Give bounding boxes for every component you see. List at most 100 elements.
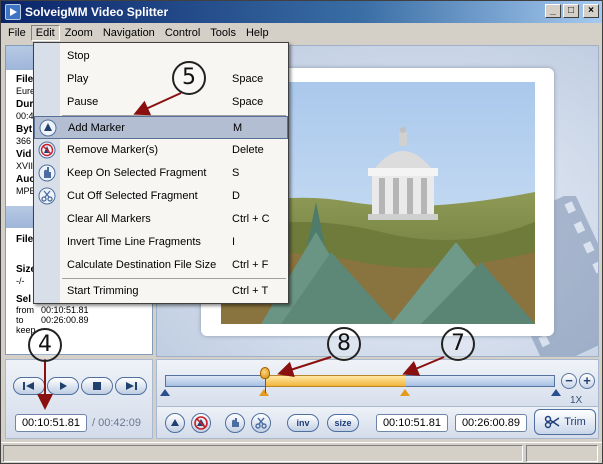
menu-item-label: Remove Marker(s) [67,144,159,156]
callout-8: 8 [327,327,361,361]
menu-item-shortcut: Space [232,73,264,85]
video-label: Vid [16,149,32,160]
timeline-selected-fragment[interactable] [265,375,406,387]
destination-file-label: File [16,234,34,245]
app-logo-icon [5,4,21,20]
zoom-level: 1X [570,395,583,406]
menu-item-clear-markers[interactable]: Clear All Markers Ctrl + C [34,208,288,231]
menu-item-shortcut: M [233,122,243,134]
menu-item-start-trimming[interactable]: Start Trimming Ctrl + T [34,280,288,303]
playhead-line [265,379,266,393]
play-button[interactable] [47,377,79,395]
menu-item-invert-fragments[interactable]: Invert Time Line Fragments I [34,231,288,254]
edit-menu-dropdown: Stop Play Space Pause Space Add Marker M… [33,42,289,304]
stop-button[interactable] [81,377,113,395]
menu-item-label: Play [67,73,89,85]
file-label: File [16,74,34,85]
invert-fragments-button[interactable]: inv [287,414,319,432]
previous-frame-button[interactable] [13,377,45,395]
current-time-display[interactable]: 00:10:51.81 [15,414,87,432]
menu-separator [62,278,286,279]
menu-item-shortcut: D [232,190,240,202]
remove-marker-button[interactable] [191,413,211,433]
menu-item-label: Cut Off Selected Fragment [67,190,198,202]
trim-button-label: Trim [564,416,586,428]
selection-to-value: 00:26:00.89 [41,315,89,325]
menu-item-label: Calculate Destination File Size [67,259,217,271]
add-marker-icon [39,119,57,137]
menu-item-shortcut: I [232,236,236,248]
next-frame-button[interactable] [115,377,147,395]
play-icon [60,382,67,390]
menu-navigation[interactable]: Navigation [98,25,160,41]
bytes-label: Byt [16,124,33,135]
stop-icon [93,382,101,390]
video-value: XVII [16,161,34,171]
timeline-end-marker[interactable] [551,389,561,396]
menu-item-calculate-size[interactable]: Calculate Destination File Size Ctrl + F [34,254,288,277]
skip-back-icon [23,382,34,390]
duration-value: 00:4 [16,111,34,121]
menu-control[interactable]: Control [160,25,205,41]
menu-zoom[interactable]: Zoom [60,25,98,41]
menu-edit[interactable]: Edit [30,25,60,41]
calculate-size-button[interactable]: size [327,414,359,432]
app-window: SolveigMM Video Splitter _ □ × File Edit… [0,0,603,464]
minimize-button[interactable]: _ [545,4,561,18]
bytes-value: 366 [16,136,32,146]
menu-item-label: Invert Time Line Fragments [67,236,201,248]
window-controls: _ □ × [545,4,599,18]
skip-forward-icon [126,382,137,390]
menu-help[interactable]: Help [241,25,274,41]
menu-item-label: Pause [67,96,99,108]
add-marker-icon [171,419,179,426]
menu-item-cut-fragment[interactable]: Cut Off Selected Fragment D [34,185,288,208]
selection-start-time[interactable]: 00:10:51.81 [376,414,448,432]
window-title: SolveigMM Video Splitter [25,5,169,19]
trim-button[interactable]: Trim [534,409,596,435]
scissors-icon [255,417,267,429]
menu-item-add-marker[interactable]: Add Marker M [34,116,288,139]
maximize-button[interactable]: □ [563,4,579,18]
selection-end-marker[interactable] [400,389,410,396]
menu-item-shortcut: Space [232,96,264,108]
cut-fragment-button[interactable] [251,413,271,433]
zoom-in-button[interactable]: + [579,373,595,389]
menu-item-keep-fragment[interactable]: Keep On Selected Fragment S [34,162,288,185]
selection-label: Sel [16,294,32,305]
keep-fragment-button[interactable] [225,413,245,433]
selection-to-label: to [16,315,24,325]
cut-fragment-icon [38,187,56,205]
menu-bar: File Edit Zoom Navigation Control Tools … [1,23,602,43]
menu-file[interactable]: File [3,25,31,41]
add-marker-button[interactable] [165,413,185,433]
menu-item-shortcut: S [232,167,240,179]
close-button[interactable]: × [583,4,599,18]
zoom-out-button[interactable]: − [561,373,577,389]
menu-item-pause[interactable]: Pause Space [34,91,288,114]
size-value: -/- [16,276,25,286]
menu-item-stop[interactable]: Stop [34,45,288,68]
menu-item-remove-markers[interactable]: Remove Marker(s) Delete [34,139,288,162]
playhead-slider[interactable] [260,367,270,379]
selection-end-time[interactable]: 00:26:00.89 [455,414,527,432]
menu-item-shortcut: Ctrl + T [232,285,269,297]
status-pane-secondary [526,445,598,462]
menu-item-label: Clear All Markers [67,213,151,225]
remove-marker-icon [194,416,208,430]
menu-item-label: Stop [67,50,90,62]
menu-item-label: Keep On Selected Fragment [67,167,207,179]
selection-start-marker[interactable] [259,389,269,396]
status-pane-main [3,445,523,462]
keep-fragment-icon [38,164,56,182]
menu-item-play[interactable]: Play Space [34,68,288,91]
timeline-start-marker[interactable] [160,389,170,396]
remove-marker-icon [38,141,56,159]
menu-item-label: Add Marker [68,122,125,134]
selection-from-label: from [16,305,34,315]
title-bar[interactable]: SolveigMM Video Splitter _ □ × [1,1,602,23]
callout-5: 5 [172,61,206,95]
menu-item-label: Start Trimming [67,285,139,297]
menu-tools[interactable]: Tools [205,25,241,41]
keep-fragment-icon [232,418,239,427]
